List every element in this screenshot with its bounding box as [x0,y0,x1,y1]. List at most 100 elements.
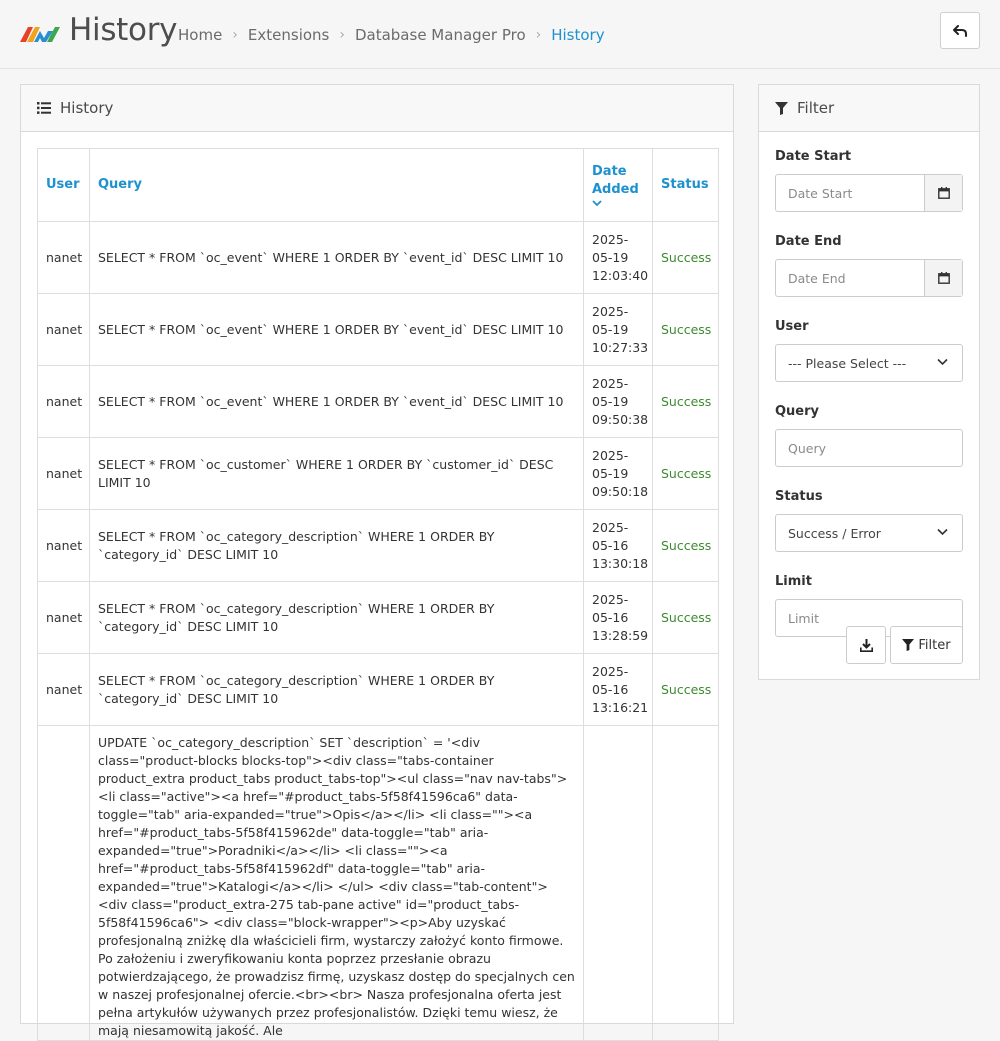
cell-status: Success [652,581,719,654]
column-header-user-label: User [46,177,80,192]
table-row: nanet SELECT * FROM `oc_event` WHERE 1 O… [37,293,719,366]
status-select-value: Success / Error [788,525,881,541]
cell-date: 2025-05-19 09:50:38 [583,365,653,438]
date-end-group: Date End [775,234,963,297]
cell-status [652,725,719,1041]
table-row: nanet SELECT * FROM `oc_event` WHERE 1 O… [37,365,719,438]
user-label: User [775,319,809,334]
history-panel: History User Query Date Added Status nan… [20,84,734,1041]
cell-date: 2025-05-19 10:27:33 [583,293,653,366]
breadcrumb-home[interactable]: Home [178,26,222,44]
filter-button[interactable]: Filter [890,626,963,664]
calendar-icon [937,187,950,199]
cell-query: SELECT * FROM `oc_customer` WHERE 1 ORDE… [89,437,584,510]
status-label: Status [775,489,823,504]
limit-label: Limit [775,574,812,589]
cell-user: nanet [37,221,90,294]
status-select[interactable]: Success / Error [775,514,963,552]
filter-icon [902,639,915,651]
date-start-group: Date Start [775,149,963,212]
cell-query: SELECT * FROM `oc_event` WHERE 1 ORDER B… [89,293,584,366]
cell-query: SELECT * FROM `oc_event` WHERE 1 ORDER B… [89,365,584,438]
list-icon [37,102,51,114]
date-end-label: Date End [775,234,842,249]
page-header: History Home › Extensions › Database Man… [0,0,1000,69]
filter-panel-heading: Filter [759,85,979,132]
cell-user: nanet [37,581,90,654]
date-start-label: Date Start [775,149,852,164]
chevron-right-icon: › [339,27,345,43]
filter-actions: Filter [846,626,963,664]
cell-user: nanet [37,293,90,366]
back-button[interactable] [940,12,980,49]
cell-user: nanet [37,509,90,582]
chevron-right-icon: › [535,27,542,43]
date-start-input-wrap [775,174,963,212]
date-end-calendar-button[interactable] [924,260,962,296]
query-input[interactable] [776,430,962,466]
column-header-date-label: Date Added [592,164,639,197]
cell-query: SELECT * FROM `oc_category_description` … [89,581,584,654]
chevron-down-icon [937,528,948,536]
page-title: History [69,12,178,48]
table-row: nanet SELECT * FROM `oc_event` WHERE 1 O… [37,221,719,294]
table-row: nanet SELECT * FROM `oc_customer` WHERE … [37,437,719,510]
calendar-icon [937,272,950,284]
column-header-query-label: Query [98,177,143,192]
cell-status: Success [652,437,719,510]
cell-user [37,725,90,1041]
status-group: Status Success / Error [775,489,963,552]
chevron-down-icon [592,200,602,207]
brand-logo [20,27,60,42]
user-select-value: --- Please Select --- [788,355,907,371]
table-row: nanet SELECT * FROM `oc_category_descrip… [37,653,719,726]
cell-status: Success [652,293,719,366]
cell-date: 2025-05-16 13:30:18 [583,509,653,582]
cell-date: 2025-05-19 09:50:18 [583,437,653,510]
history-table: User Query Date Added Status nanet SELEC… [37,148,719,1041]
cell-date: 2025-05-19 12:03:40 [583,221,653,294]
cell-date [583,725,653,1041]
download-button[interactable] [846,626,886,664]
table-row: nanet SELECT * FROM `oc_category_descrip… [37,509,719,582]
user-select[interactable]: --- Please Select --- [775,344,963,382]
date-end-input-wrap [775,259,963,297]
cell-date: 2025-05-16 13:16:21 [583,653,653,726]
download-icon [859,638,873,652]
cell-query: SELECT * FROM `oc_category_description` … [89,509,584,582]
cell-query: SELECT * FROM `oc_event` WHERE 1 ORDER B… [89,221,584,294]
cell-user: nanet [37,365,90,438]
cell-user: nanet [37,437,90,510]
user-group: User --- Please Select --- [775,319,963,382]
table-row: UPDATE `oc_category_description` SET `de… [37,725,719,1041]
query-group: Query [775,404,963,467]
column-header-status-label: Status [661,177,709,192]
breadcrumb-extensions[interactable]: Extensions [248,26,329,44]
history-panel-heading: History [21,85,733,132]
filter-button-label: Filter [918,637,951,653]
reply-icon [953,24,967,37]
breadcrumb-database-manager[interactable]: Database Manager Pro [355,26,526,44]
cell-status: Success [652,509,719,582]
column-header-user[interactable]: User [37,148,90,222]
filter-panel: Filter Date Start Date End [758,84,980,680]
breadcrumb: Home › Extensions › Database Manager Pro… [178,26,605,44]
column-header-date-added[interactable]: Date Added [583,148,653,222]
chevron-right-icon: › [232,27,238,43]
cell-status: Success [652,221,719,294]
column-header-query[interactable]: Query [89,148,584,222]
filter-form: Date Start Date End [775,149,963,659]
cell-query: SELECT * FROM `oc_category_description` … [89,653,584,726]
chevron-down-icon [937,358,948,366]
filter-icon [775,101,788,115]
table-row: nanet SELECT * FROM `oc_category_descrip… [37,581,719,654]
cell-query: UPDATE `oc_category_description` SET `de… [89,725,584,1041]
history-panel-title: History [60,99,114,117]
breadcrumb-history[interactable]: History [551,26,604,44]
column-header-status[interactable]: Status [652,148,719,222]
cell-status: Success [652,653,719,726]
query-label: Query [775,404,820,419]
filter-panel-title: Filter [797,99,835,117]
date-start-calendar-button[interactable] [924,175,962,211]
query-input-wrap [775,429,963,467]
